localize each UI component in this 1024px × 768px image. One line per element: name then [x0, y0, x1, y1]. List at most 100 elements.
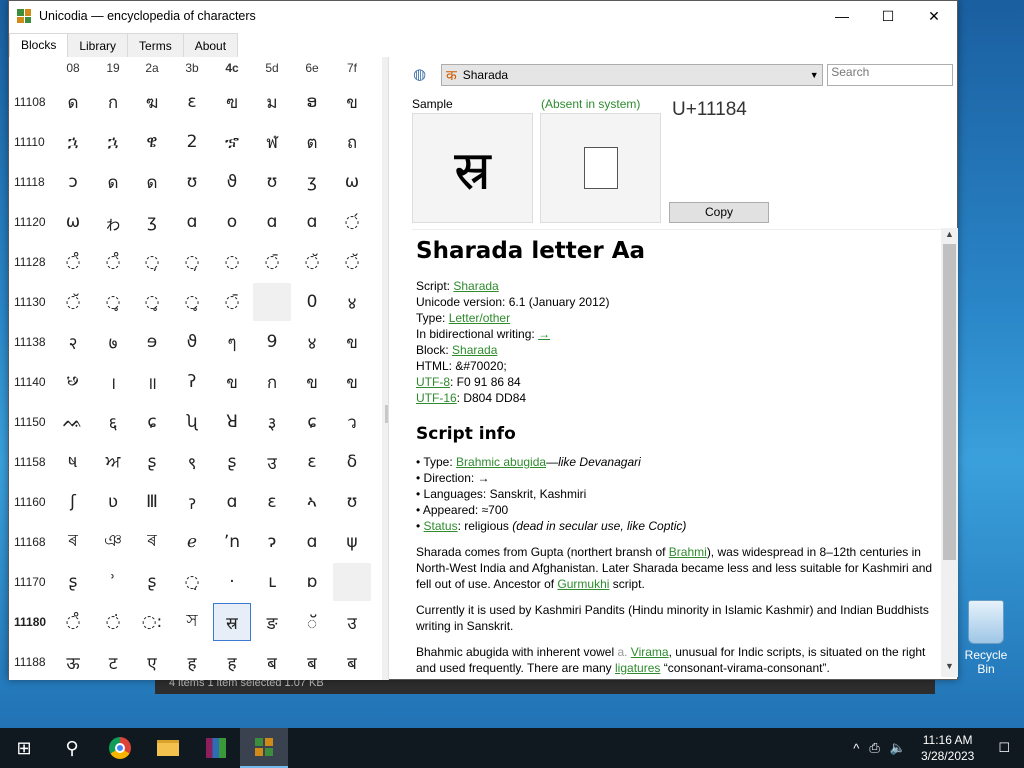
- character-cell[interactable]: ऊ: [54, 643, 92, 680]
- brahmic-abugida-link[interactable]: Brahmic abugida: [456, 455, 546, 469]
- absent-in-system-label[interactable]: (Absent in system): [541, 97, 640, 111]
- character-cell[interactable]: [333, 563, 371, 601]
- character-cell[interactable]: ɕ: [133, 403, 171, 441]
- character-cell[interactable]: ए: [133, 643, 171, 680]
- search-icon[interactable]: ⚲: [48, 728, 96, 768]
- character-cell[interactable]: ʔ: [173, 363, 211, 401]
- tab-library[interactable]: Library: [67, 33, 129, 57]
- character-cell[interactable]: ต: [293, 123, 331, 161]
- character-cell[interactable]: ʊ: [333, 483, 371, 521]
- character-cell[interactable]: ॽ: [173, 483, 211, 521]
- character-cell[interactable]: ৰ: [54, 523, 92, 561]
- character-cell[interactable]: ม: [253, 83, 291, 121]
- title-bar[interactable]: Unicodia — encyclopedia of characters — …: [9, 1, 957, 32]
- character-cell[interactable]: 0: [293, 283, 331, 321]
- character-cell[interactable]: ኋ: [94, 123, 132, 161]
- character-cell[interactable]: ◌̦: [173, 243, 211, 281]
- character-cell[interactable]: ꓤ: [213, 403, 251, 441]
- character-cell[interactable]: ◌̊: [94, 243, 132, 281]
- character-cell[interactable]: ฃ: [213, 83, 251, 121]
- property-link[interactable]: →: [538, 327, 550, 341]
- minimize-button[interactable]: —: [819, 1, 865, 31]
- copy-button[interactable]: Copy: [669, 202, 769, 223]
- character-cell[interactable]: ɂ: [253, 523, 291, 561]
- character-cell[interactable]: ◌̆: [333, 243, 371, 281]
- character-cell[interactable]: স: [173, 603, 211, 641]
- character-cell[interactable]: स्र: [213, 603, 251, 641]
- scroll-down-arrow-icon[interactable]: ▼: [382, 662, 388, 678]
- character-cell[interactable]: ।: [94, 363, 132, 401]
- character-cell[interactable]: ข: [293, 363, 331, 401]
- property-link[interactable]: Sharada: [453, 279, 498, 293]
- clock[interactable]: 11:16 AM 3/28/2023: [911, 732, 984, 764]
- character-cell[interactable]: ङ: [253, 603, 291, 641]
- character-cell[interactable]: ʾ: [94, 563, 132, 601]
- character-cell[interactable]: ω: [54, 203, 92, 241]
- character-cell[interactable]: Ⅲ: [133, 483, 171, 521]
- info-scroll-thumb[interactable]: [943, 244, 956, 560]
- chevron-down-icon[interactable]: ▼: [806, 70, 822, 80]
- character-cell[interactable]: उ: [253, 443, 291, 481]
- character-cell[interactable]: ◌: [213, 243, 251, 281]
- character-cell[interactable]: ॅ: [293, 603, 331, 641]
- character-cell[interactable]: ก: [253, 363, 291, 401]
- character-cell[interactable]: ७: [94, 323, 132, 361]
- tab-blocks[interactable]: Blocks: [9, 33, 69, 57]
- character-cell[interactable]: ω: [333, 163, 371, 201]
- character-cell[interactable]: ข: [213, 363, 251, 401]
- character-cell[interactable]: ถ: [333, 123, 371, 161]
- character-cell[interactable]: ข: [333, 83, 371, 121]
- block-selector[interactable]: क Sharada ▼: [440, 64, 824, 86]
- character-cell[interactable]: उ: [333, 603, 371, 641]
- info-scrollbar[interactable]: ▲ ▼: [941, 228, 958, 677]
- character-cell[interactable]: ४: [293, 323, 331, 361]
- start-icon[interactable]: ⊞: [0, 728, 48, 768]
- character-cell[interactable]: ε: [173, 83, 211, 121]
- character-cell[interactable]: ह: [213, 643, 251, 680]
- character-cell[interactable]: ᨕ: [54, 403, 92, 441]
- character-cell[interactable]: ʃ: [54, 483, 92, 521]
- character-cell[interactable]: ह: [173, 643, 211, 680]
- unicodia-taskbar-icon[interactable]: [240, 728, 288, 768]
- character-cell[interactable]: ϑ: [213, 163, 251, 201]
- recycle-bin-desktop-icon[interactable]: Recycle Bin: [956, 600, 1016, 676]
- character-cell[interactable]: ʊ: [173, 163, 211, 201]
- character-cell[interactable]: [253, 283, 291, 321]
- character-cell[interactable]: ષ: [54, 443, 92, 481]
- character-cell[interactable]: ʒ: [293, 163, 331, 201]
- character-cell[interactable]: ब: [333, 643, 371, 680]
- info-scroll-down-icon[interactable]: ▼: [941, 661, 958, 675]
- character-cell[interactable]: ʂ: [133, 563, 171, 601]
- character-cell[interactable]: ɛ: [253, 483, 291, 521]
- character-cell[interactable]: ◌̥: [133, 283, 171, 321]
- character-cell[interactable]: ɘ: [133, 323, 171, 361]
- character-cell[interactable]: ɒ: [293, 563, 331, 601]
- tab-terms[interactable]: Terms: [127, 33, 184, 57]
- character-cell[interactable]: ट: [94, 643, 132, 680]
- tab-about[interactable]: About: [182, 33, 239, 57]
- globe-icon[interactable]: ◍: [413, 65, 433, 85]
- character-cell[interactable]: ६: [94, 403, 132, 441]
- character-cell[interactable]: ℯ: [173, 523, 211, 561]
- character-cell[interactable]: ɑ: [293, 523, 331, 561]
- brahmi-link[interactable]: Brahmi: [669, 545, 707, 559]
- scroll-up-arrow-icon[interactable]: ▲: [382, 59, 388, 75]
- character-cell[interactable]: ◌́: [333, 203, 371, 241]
- character-cell[interactable]: ɔ: [54, 163, 92, 201]
- character-cell[interactable]: ɑ: [293, 203, 331, 241]
- show-hidden-icons-icon[interactable]: ^: [848, 741, 864, 756]
- character-cell[interactable]: ঞ: [94, 523, 132, 561]
- ligatures-link[interactable]: ligatures: [615, 661, 660, 675]
- character-cell[interactable]: ε: [293, 443, 331, 481]
- character-cell[interactable]: ʂ: [133, 443, 171, 481]
- volume-icon[interactable]: 🔈: [885, 740, 911, 756]
- scroll-thumb[interactable]: [385, 405, 388, 423]
- character-cell[interactable]: ◌̊: [54, 603, 92, 641]
- character-cell[interactable]: ข: [333, 323, 371, 361]
- character-cell[interactable]: ዌ: [133, 123, 171, 161]
- character-cell[interactable]: ʂ: [213, 443, 251, 481]
- character-cell[interactable]: ৰ: [133, 523, 171, 561]
- character-cell[interactable]: ɑ: [253, 203, 291, 241]
- character-cell[interactable]: ɑ: [213, 483, 251, 521]
- character-cell[interactable]: २: [54, 323, 92, 361]
